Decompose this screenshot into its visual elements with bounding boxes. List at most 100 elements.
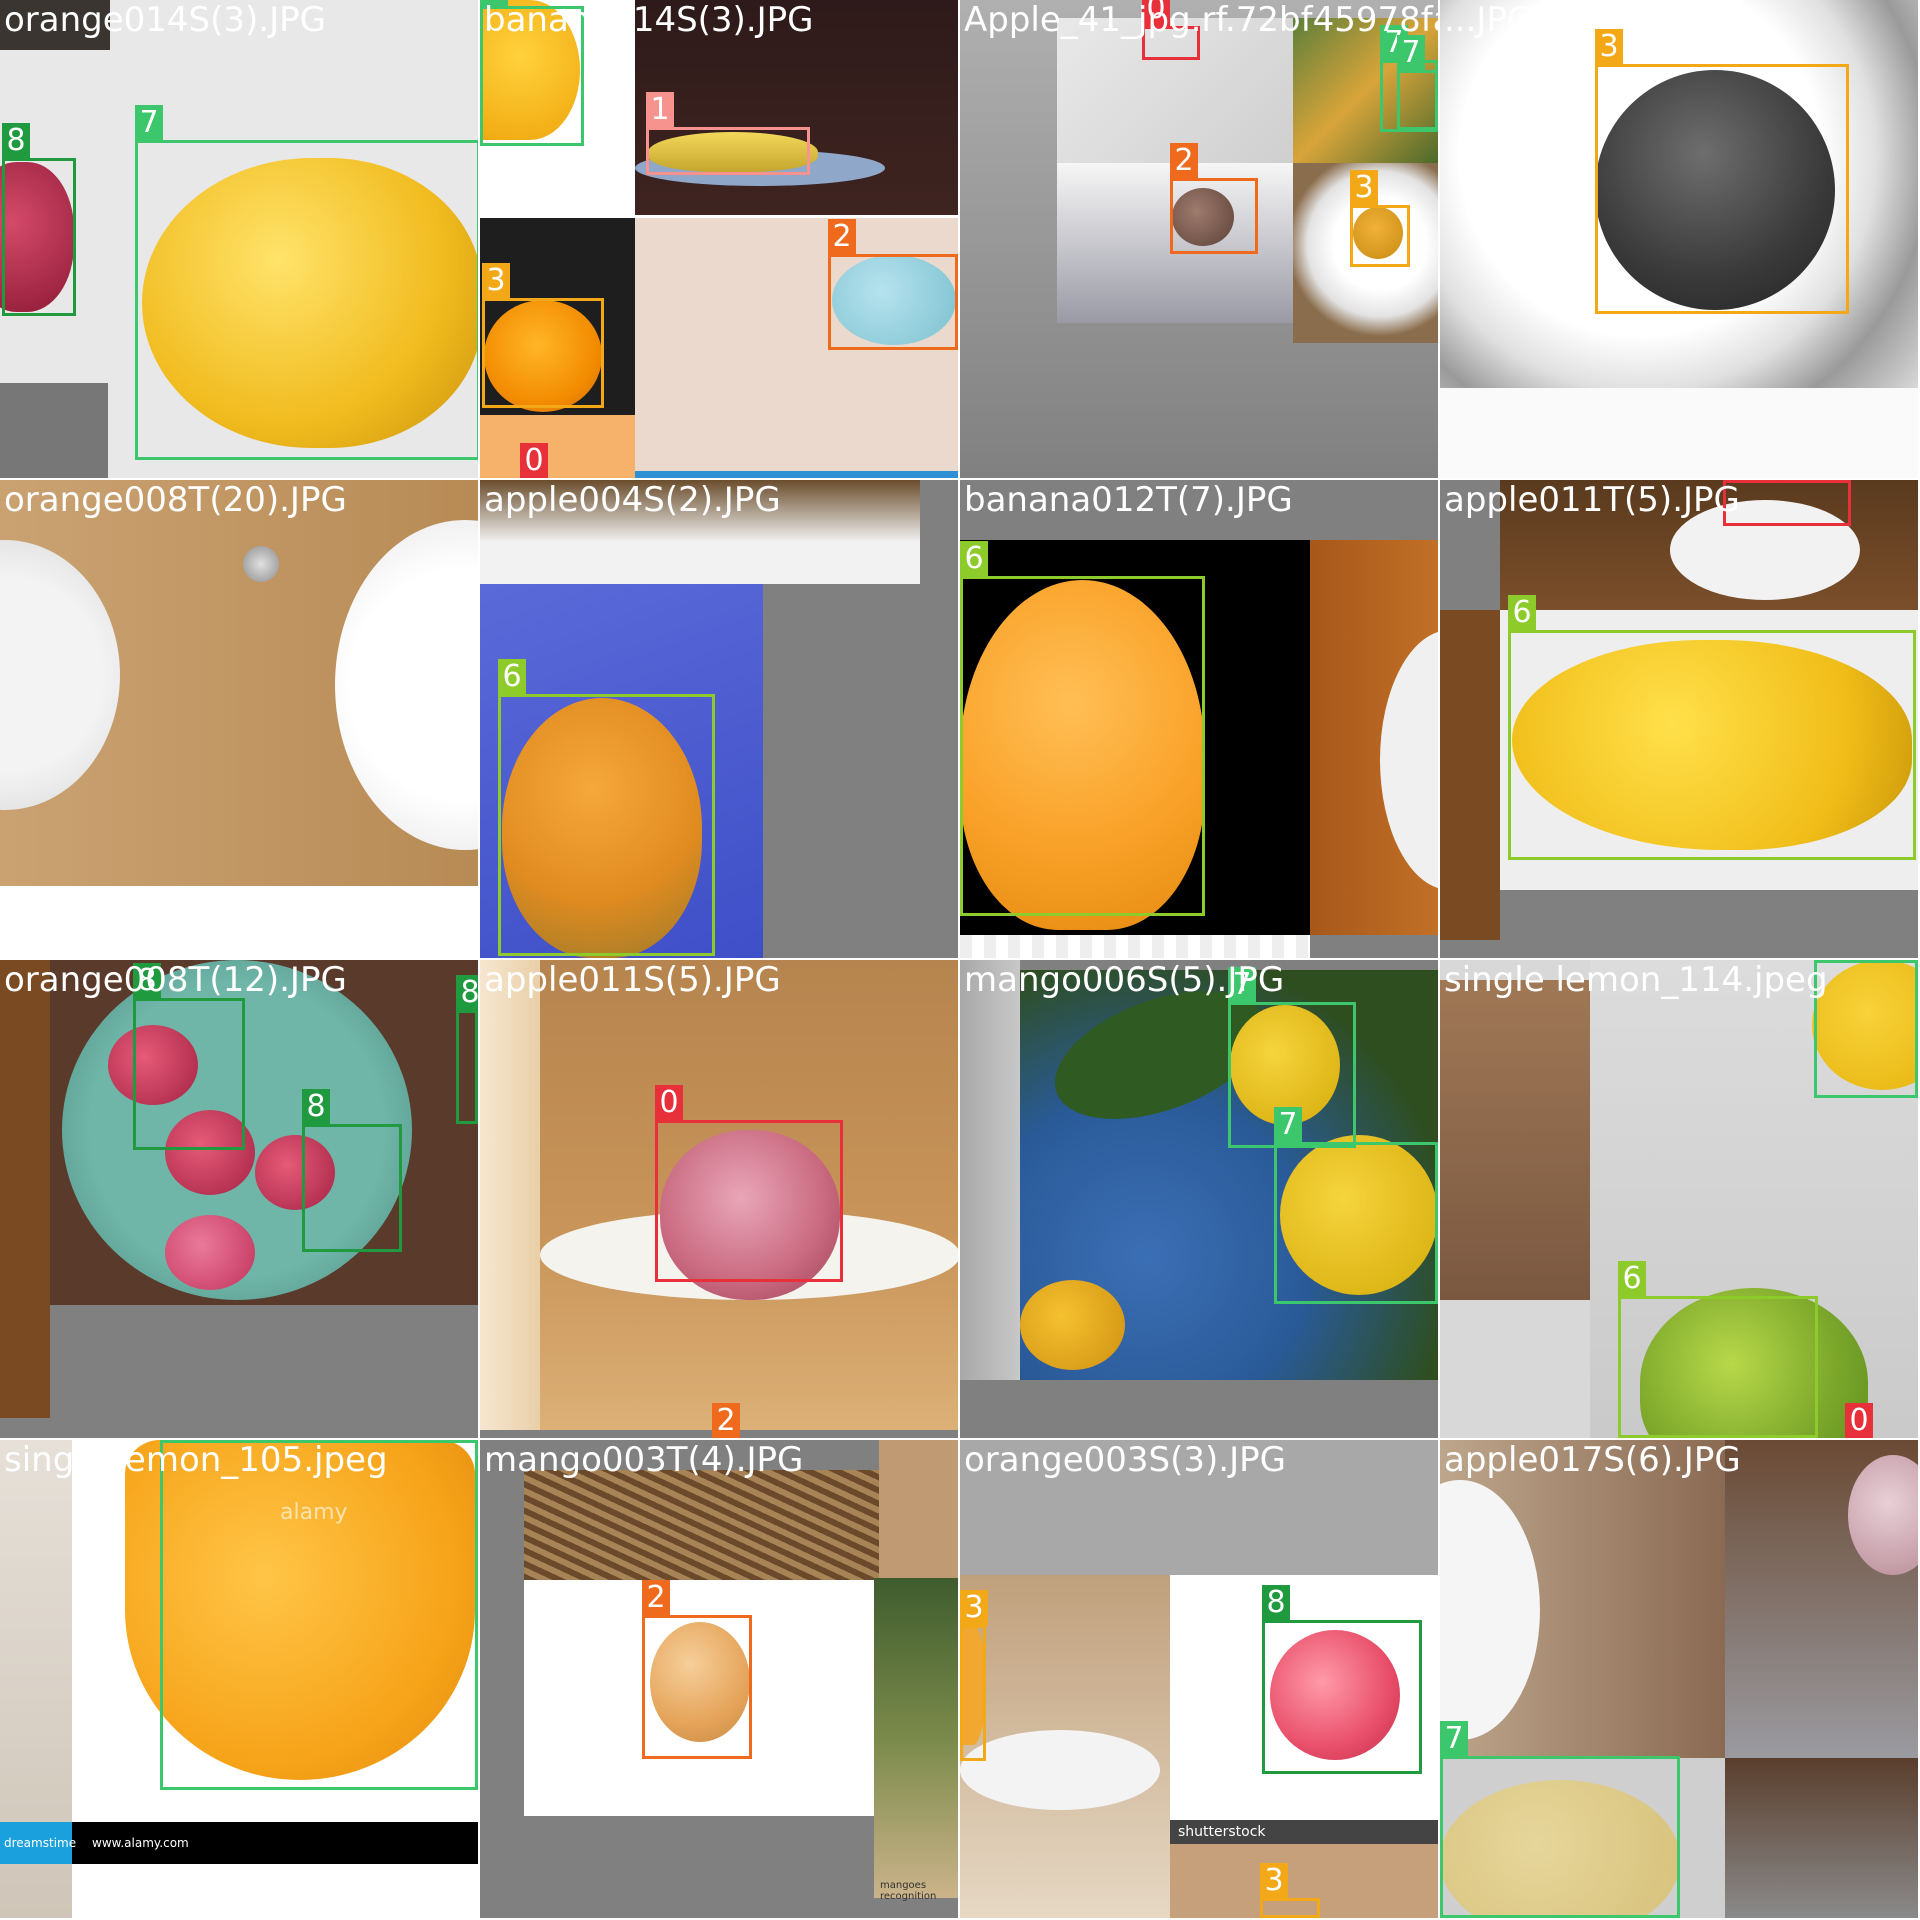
watermark-text: mangoes recognition [880, 1880, 937, 1902]
bbox-class-label: 2 [642, 1580, 670, 1616]
bbox: 6 [1508, 595, 1916, 860]
tile-label: orange003S(3).JPG [964, 1440, 1286, 1480]
bbox-class-label: 7 [1274, 1107, 1302, 1143]
tile-label: ...JPG [1444, 0, 1534, 40]
tile-apple011T-5: apple011T(5).JPG 0 6 [1440, 480, 1918, 958]
lychee [165, 1215, 255, 1290]
tile-grayscale-plate: ...JPG 3 [1440, 0, 1918, 478]
bbox: 8 [2, 123, 76, 316]
image-patch [960, 1730, 1160, 1810]
bbox: 3 [1595, 29, 1849, 314]
tile-banana014S-3: banana014S(3).JPG 7 1 3 2 0 [480, 0, 958, 478]
tile-orange014S-3: orange014S(3).JPG 8 7 [0, 0, 478, 478]
tile-label: orange008T(12).JPG [4, 960, 347, 1000]
watermark-text: shutterstock [1178, 1824, 1266, 1840]
image-mosaic: orange014S(3).JPG 8 7 banana014S(3).JPG … [0, 0, 1920, 1920]
bbox: 6 [498, 659, 715, 956]
image-patch [960, 960, 1020, 1380]
bbox: 0 [655, 1085, 843, 1282]
image-patch [0, 383, 108, 478]
bbox: 7 [1814, 960, 1918, 1098]
tile-label: single lemon_114.jpeg [1444, 960, 1828, 1000]
image-patch [1440, 980, 1590, 1300]
bbox-class-label: 7 [1440, 1721, 1468, 1757]
bbox-class-label: 8 [2, 123, 30, 159]
bbox-class-label: 2 [712, 1403, 740, 1438]
tile-label: apple011T(5).JPG [1444, 480, 1740, 520]
tile-orange008T-20: orange008T(20).JPG [0, 480, 478, 958]
bbox-class-label: 1 [646, 92, 674, 128]
image-patch [0, 960, 50, 1418]
tile-label: orange014S(3).JPG [4, 0, 326, 40]
tile-banana012T-7: banana012T(7).JPG 6 [960, 480, 1438, 958]
bbox: 7 [1397, 35, 1438, 130]
image-patch [874, 1578, 958, 1898]
tile-label: apple017S(6).JPG [1444, 1440, 1741, 1480]
image-patch [524, 1470, 879, 1580]
lemon [1020, 1280, 1125, 1370]
tile-single-lemon-114: single lemon_114.jpeg 7 6 0 [1440, 960, 1918, 1438]
watermark-text: www.alamy.com [92, 1836, 189, 1850]
bbox-class-label: 7 [135, 105, 163, 141]
bbox-class-label: 6 [1508, 595, 1536, 631]
tile-apple004S-2: apple004S(2).JPG 6 [480, 480, 958, 958]
tile-label: mango003T(4).JPG [484, 1440, 804, 1480]
bbox: 8 [1262, 1585, 1422, 1774]
coin [243, 546, 279, 582]
bbox: 8 [133, 963, 245, 1150]
tile-label: apple011S(5).JPG [484, 960, 781, 1000]
watermark-text: dreamstime [4, 1836, 77, 1850]
image-patch [480, 415, 635, 478]
image-patch [1725, 1758, 1918, 1918]
tile-apple017S-6: apple017S(6).JPG 7 [1440, 1440, 1918, 1918]
bbox: 7 [160, 1440, 478, 1790]
bbox: 1 [646, 92, 810, 175]
bbox-class-label: 2 [828, 219, 856, 255]
bbox: 6 [960, 541, 1205, 916]
tile-label: orange008T(20).JPG [4, 480, 347, 520]
bbox-class-label: 0 [1845, 1403, 1873, 1438]
tile-label: banana012T(7).JPG [964, 480, 1293, 520]
bbox: 8 [302, 1089, 402, 1252]
bbox: 2 [828, 219, 958, 350]
tile-orange008T-12: orange008T(12).JPG 8 8 8 [0, 960, 478, 1438]
bbox-class-label: 0 [655, 1085, 683, 1121]
image-patch [480, 960, 540, 1430]
bbox-class-label: 6 [960, 541, 988, 577]
bbox-class-label: 3 [1350, 170, 1378, 206]
image-patch [879, 1440, 958, 1580]
bbox-class-label: 8 [302, 1089, 330, 1125]
bbox: 3 [1350, 170, 1410, 267]
tile-label: mango006S(5).JPG [964, 960, 1285, 1000]
tile-apple-41: Apple_41_jpg.rf.72bf45978fadaf... 0 7 7 … [960, 0, 1438, 478]
bbox-class-label: 0 [520, 443, 548, 478]
tile-single-lemon-105: www.alamy.com dreamstime alamy single le… [0, 1440, 478, 1918]
tile-label: apple004S(2).JPG [484, 480, 781, 520]
bbox: 6 [1618, 1261, 1818, 1438]
bbox: 2 [642, 1580, 752, 1759]
tile-label: banana014S(3).JPG [484, 0, 814, 40]
bbox: 8 [456, 975, 478, 1124]
bbox-class-label: 3 [482, 263, 510, 299]
image-patch [1440, 610, 1500, 940]
bbox-class-label: 8 [456, 975, 478, 1011]
bbox: 3 [960, 1590, 988, 1761]
image-patch [635, 471, 958, 478]
bbox: 0 [1723, 480, 1851, 526]
bbox-class-label: 6 [1618, 1261, 1646, 1297]
tile-label: Apple_41_jpg.rf.72bf45978fadaf... [964, 0, 1438, 40]
bbox: 3 [482, 263, 604, 408]
bbox-class-label: 8 [1262, 1585, 1290, 1621]
bbox-class-label: 3 [960, 1590, 988, 1626]
bbox: 7 [1274, 1107, 1438, 1304]
bbox: 3 [1260, 1863, 1320, 1918]
tile-label: single lemon_105.jpeg [4, 1440, 388, 1480]
bbox-class-label: 2 [1170, 143, 1198, 179]
bbox: 7 [135, 105, 478, 460]
bbox-class-label: 6 [498, 659, 526, 695]
bbox-class-label: 3 [1595, 29, 1623, 65]
tile-mango006S-5: mango006S(5).JPG 7 7 [960, 960, 1438, 1438]
bbox-class-label: 3 [1260, 1863, 1288, 1899]
bbox: 2 [1170, 143, 1258, 254]
tile-orange003S-3: shutterstock orange003S(3).JPG 3 8 3 [960, 1440, 1438, 1918]
